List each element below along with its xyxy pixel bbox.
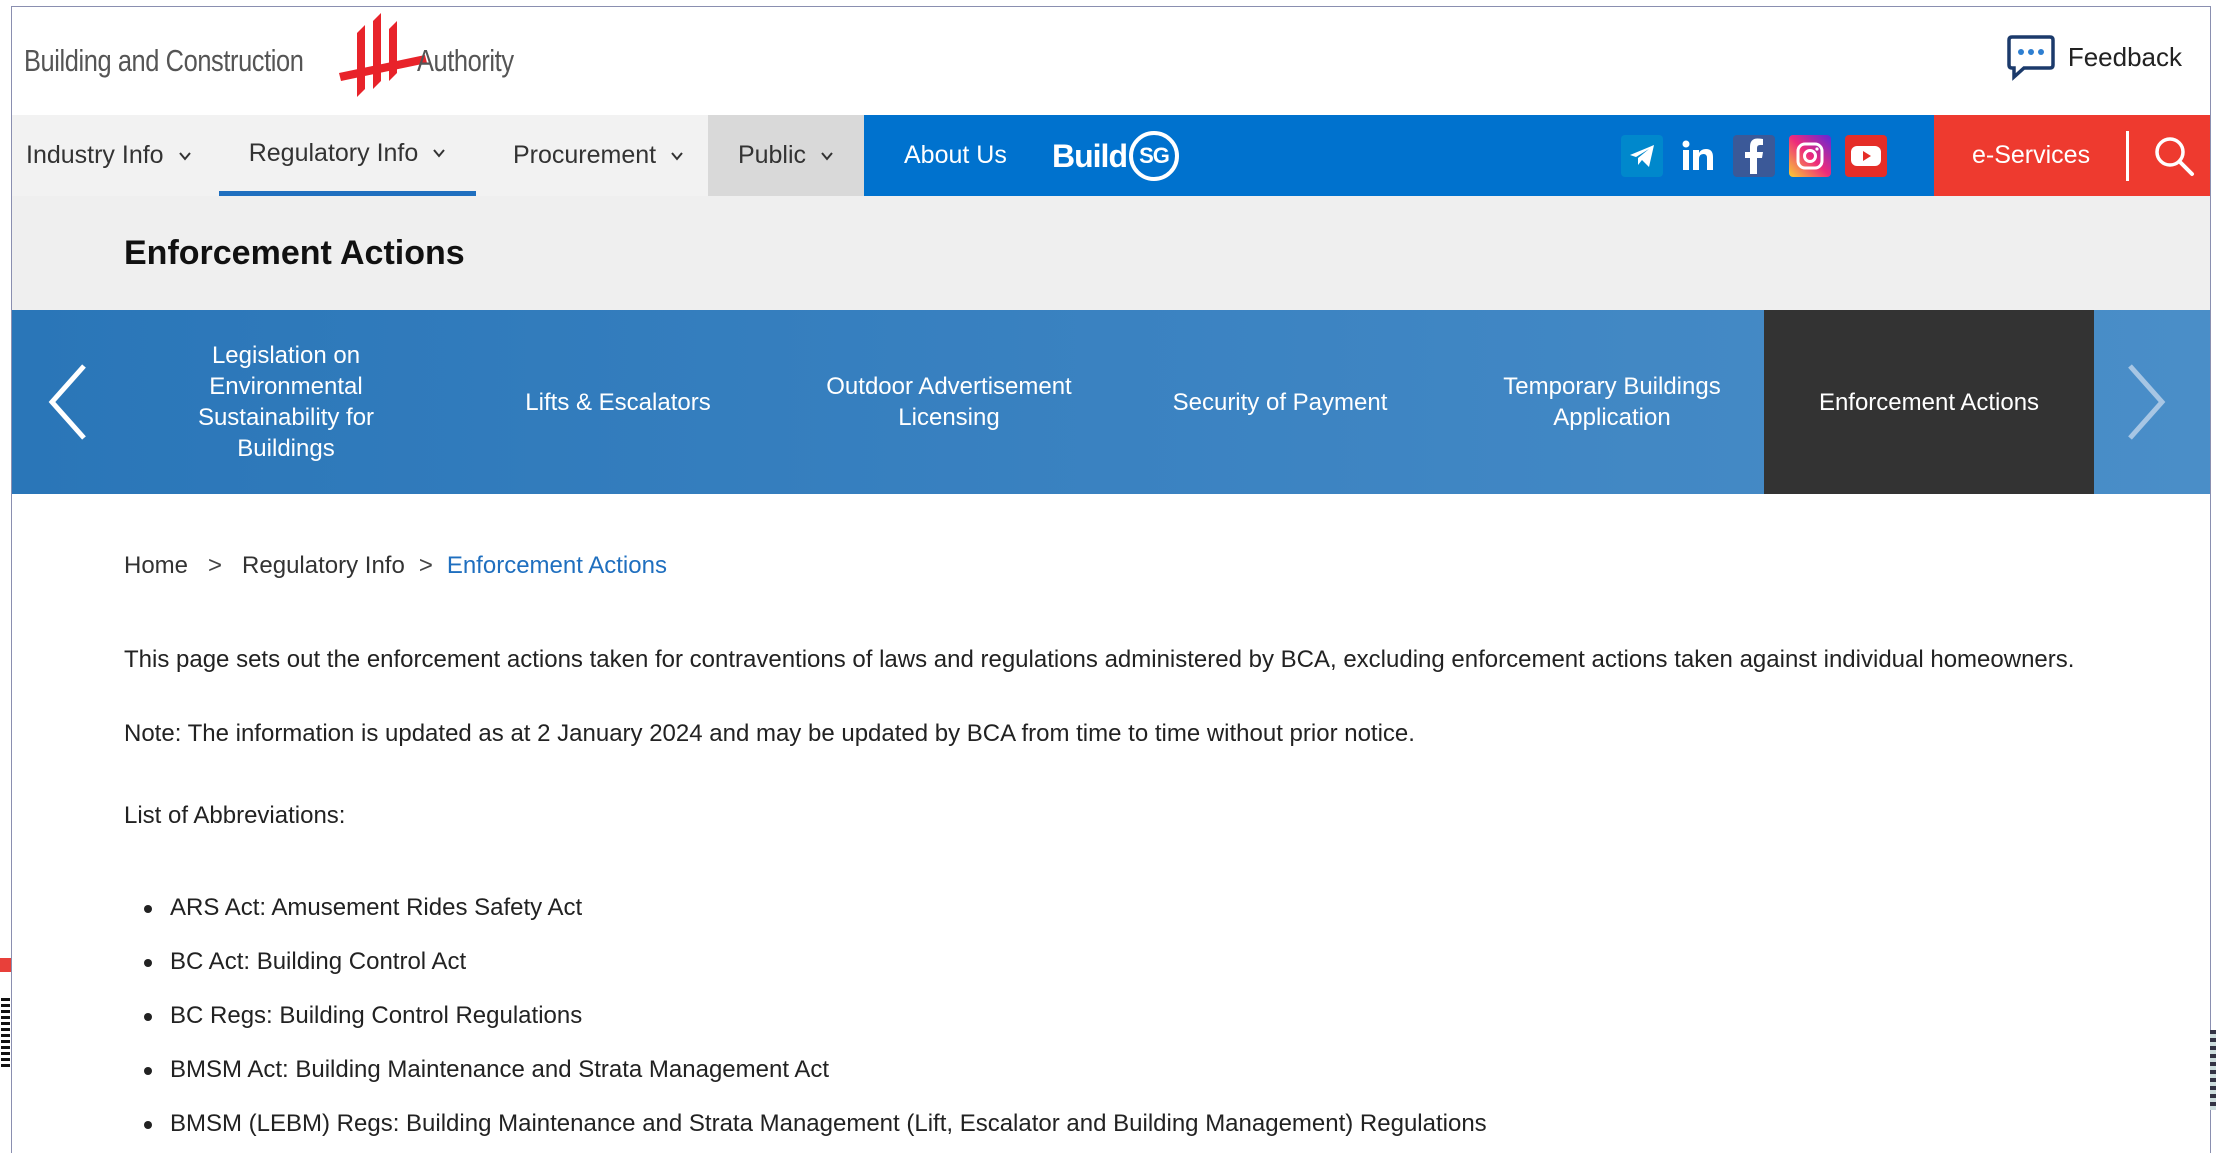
carousel-item-lifts[interactable]: Lifts & Escalators [498, 310, 738, 494]
linkedin-link[interactable] [1677, 135, 1719, 177]
linkedin-icon [1682, 140, 1713, 170]
abbreviations-heading: List of Abbreviations: [124, 802, 346, 829]
breadcrumb-current[interactable]: Enforcement Actions [447, 552, 667, 580]
buildsg-build-text: Build [1052, 137, 1128, 174]
edge-red-mark [0, 958, 11, 972]
carousel-item-outdoor-ad[interactable]: Outdoor Advertisement Licensing [804, 310, 1094, 494]
nav-industry-info[interactable]: Industry Info [26, 115, 192, 196]
list-item: ARS Act: Amusement Rides Safety Act [124, 894, 1487, 948]
breadcrumb-separator: > [418, 552, 433, 579]
carousel-item-enforcement-actions[interactable]: Enforcement Actions [1764, 310, 2094, 494]
chat-bubble-icon [2007, 35, 2055, 81]
telegram-link[interactable] [1621, 135, 1663, 177]
edge-stripes [1, 998, 10, 1068]
intro-paragraph: This page sets out the enforcement actio… [124, 646, 2075, 673]
buildsg-sg-text: SG [1128, 131, 1179, 181]
carousel-item-legislation[interactable]: Legislation on Environmental Sustainabil… [166, 310, 406, 494]
site-header: Building and Construction Authority Feed… [12, 7, 2210, 115]
nav-label: Public [737, 141, 807, 169]
instagram-icon [1796, 142, 1824, 170]
breadcrumb-separator: > [208, 552, 223, 579]
chevron-down-icon [821, 151, 833, 161]
carousel-item-security-payment[interactable]: Security of Payment [1135, 310, 1425, 494]
nav-public[interactable]: Public [708, 115, 864, 196]
nav-blue-band [864, 115, 1944, 196]
chevron-down-icon [433, 149, 446, 158]
eservices-divider [2126, 131, 2129, 181]
nav-procurement[interactable]: Procurement [513, 115, 684, 196]
search-icon[interactable] [2152, 134, 2196, 178]
telegram-icon [1630, 145, 1654, 167]
chevron-down-icon [178, 151, 191, 161]
youtube-link[interactable] [1845, 135, 1887, 177]
carousel-item-temporary-buildings[interactable]: Temporary Buildings Application [1476, 310, 1748, 494]
facebook-link[interactable] [1733, 135, 1775, 177]
main-nav: Industry Info Regulatory Info Procuremen… [12, 115, 2210, 196]
feedback-button[interactable]: Feedback [2006, 33, 2182, 81]
nav-label: Regulatory Info [248, 138, 419, 167]
eservices-button[interactable]: e-Services [1972, 115, 2090, 196]
browser-frame: Building and Construction Authority Feed… [11, 6, 2211, 1153]
carousel-next-arrow-icon[interactable] [2114, 360, 2174, 444]
note-paragraph: Note: The information is updated as at 2… [124, 720, 1415, 747]
breadcrumb-regulatory-info[interactable]: Regulatory Info [242, 552, 405, 580]
nav-regulatory-info[interactable]: Regulatory Info [219, 115, 476, 196]
list-item: BC Act: Building Control Act [124, 948, 1487, 1002]
nav-about-us[interactable]: About Us [904, 115, 1007, 196]
page-title: Enforcement Actions [124, 233, 465, 272]
nav-label: Industry Info [26, 141, 164, 169]
logo-text-left: Building and Construction [24, 43, 304, 78]
list-item: BMSM (LEBM) Regs: Building Maintenance a… [124, 1110, 1487, 1153]
page-title-band: Enforcement Actions [12, 196, 2210, 310]
instagram-link[interactable] [1789, 135, 1831, 177]
section-carousel: Legislation on Environmental Sustainabil… [12, 310, 2210, 494]
breadcrumb-home[interactable]: Home [124, 552, 188, 580]
bca-logo[interactable]: Building and Construction Authority [24, 11, 535, 111]
carousel-prev-arrow-icon[interactable] [40, 360, 100, 444]
youtube-icon [1851, 146, 1881, 166]
feedback-label: Feedback [2067, 41, 2182, 72]
list-item: BC Regs: Building Control Regulations [124, 1002, 1487, 1056]
list-item: BMSM Act: Building Maintenance and Strat… [124, 1056, 1487, 1110]
chevron-down-icon [671, 151, 683, 161]
left-edge-decoration [0, 958, 11, 1088]
buildsg-logo[interactable]: Build SG [1052, 130, 1179, 182]
breadcrumb: Home > Regulatory Info > Enforcement Act… [124, 552, 667, 580]
abbreviations-list: ARS Act: Amusement Rides Safety Act BC A… [124, 894, 1487, 1153]
facebook-icon [1745, 138, 1763, 174]
eservices-bar: e-Services [1934, 115, 2210, 196]
nav-label: Procurement [513, 141, 657, 169]
right-edge-decoration [2210, 1030, 2216, 1110]
logo-text-right: Authority [416, 43, 514, 78]
